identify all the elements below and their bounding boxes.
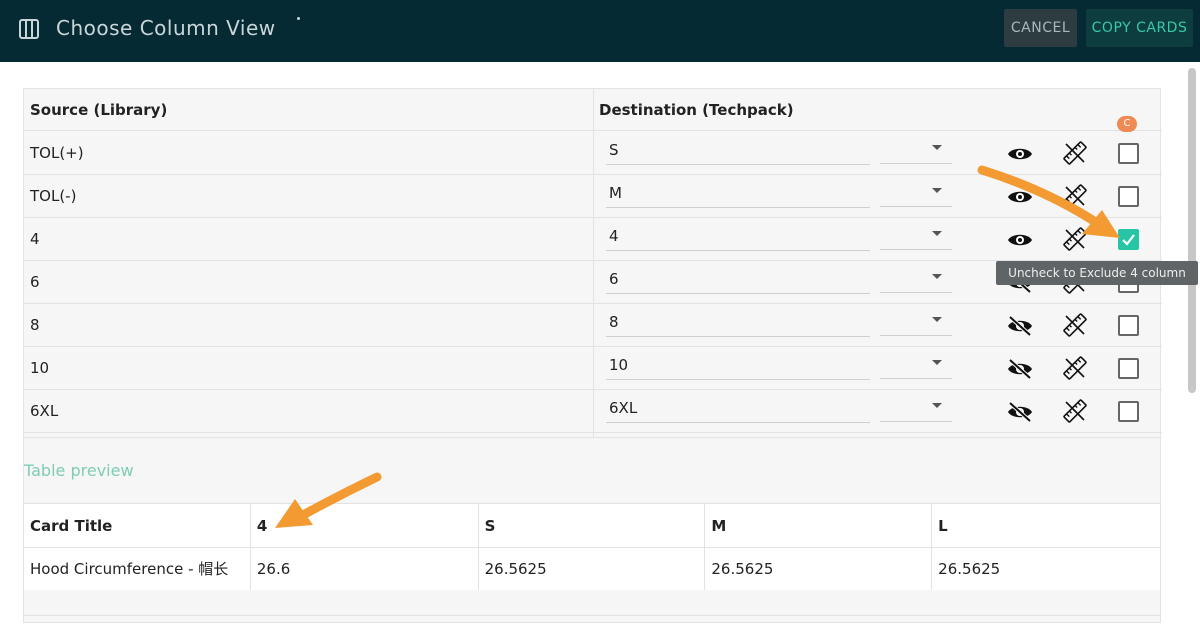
caret-down-icon: [932, 403, 942, 408]
table-row: 10 10: [24, 347, 1162, 390]
preview-cell: 26.6: [249, 547, 479, 591]
caret-down-icon: [932, 145, 942, 150]
preview-header-row: Card Title 4 S M L: [23, 503, 1161, 548]
mapping-header-row: Source (Library) Destination (Techpack): [24, 89, 1162, 131]
preview-cell: 26.5625: [931, 547, 1161, 591]
source-column-name: 6: [30, 273, 40, 291]
destination-column-select[interactable]: M: [606, 182, 870, 208]
destination-column-select[interactable]: 6XL: [606, 397, 870, 423]
dialog-title: Choose Column View: [56, 16, 276, 40]
ruler-off-icon[interactable]: [1062, 226, 1088, 252]
include-column-checkbox[interactable]: [1118, 358, 1139, 379]
count-badge: C: [1117, 116, 1137, 132]
source-column-name: TOL(+): [30, 144, 84, 162]
include-column-checkbox[interactable]: [1118, 315, 1139, 336]
ruler-off-icon[interactable]: [1062, 312, 1088, 338]
preview-table: Card Title 4 S M L Hood Circumference - …: [23, 503, 1161, 591]
preview-cell: 26.5625: [477, 547, 706, 591]
destination-column-select[interactable]: 8: [606, 311, 870, 337]
include-column-checkbox[interactable]: [1118, 186, 1139, 207]
destination-column-select[interactable]: 10: [606, 354, 870, 380]
mapping-dropdown[interactable]: [880, 138, 952, 164]
table-row: 66: [24, 261, 1162, 304]
title-dot: [297, 17, 300, 20]
eye-icon[interactable]: [1007, 144, 1033, 164]
dialog-header: Choose Column View CANCEL COPY CARDS: [0, 0, 1200, 62]
cancel-button[interactable]: CANCEL: [1004, 9, 1077, 47]
eye-icon[interactable]: [1007, 187, 1033, 207]
destination-column-select[interactable]: 6: [606, 268, 870, 294]
ruler-off-icon[interactable]: [1062, 355, 1088, 381]
preview-header-cell: L: [931, 503, 1161, 548]
mapping-dropdown[interactable]: [880, 353, 952, 379]
table-row: TOL(+) S: [24, 132, 1162, 175]
preview-header-cell: Card Title: [23, 503, 251, 548]
table-row: 6XL 6XL: [24, 390, 1162, 433]
include-column-checkbox[interactable]: [1118, 143, 1139, 164]
source-column-name: TOL(-): [30, 187, 77, 205]
mapping-dropdown[interactable]: [880, 310, 952, 336]
ruler-off-icon[interactable]: [1062, 183, 1088, 209]
caret-down-icon: [932, 317, 942, 322]
ruler-off-icon[interactable]: [1062, 398, 1088, 424]
copy-cards-button[interactable]: COPY CARDS: [1086, 9, 1193, 47]
table-row: TOL(-) M: [24, 175, 1162, 218]
table-row: 44: [24, 218, 1162, 261]
destination-header: Destination (Techpack): [599, 101, 794, 119]
source-column-name: 10: [30, 359, 50, 377]
caret-down-icon: [932, 274, 942, 279]
exclude-column-tooltip: Uncheck to Exclude 4 column: [996, 261, 1198, 285]
caret-down-icon: [932, 188, 942, 193]
source-column-name: 6XL: [30, 402, 59, 420]
source-column-name: 8: [30, 316, 40, 334]
preview-header-cell: M: [704, 503, 933, 548]
include-column-checkbox[interactable]: [1118, 229, 1139, 250]
source-header: Source (Library): [30, 101, 168, 119]
mapping-dropdown[interactable]: [880, 224, 952, 250]
mapping-dropdown[interactable]: [880, 181, 952, 207]
caret-down-icon: [932, 360, 942, 365]
vertical-scrollbar[interactable]: [1188, 68, 1196, 393]
eye-off-icon[interactable]: [1007, 315, 1033, 337]
columns-icon: [19, 19, 39, 39]
eye-off-icon[interactable]: [1007, 401, 1033, 423]
mapping-dropdown[interactable]: [880, 396, 952, 422]
preview-header-cell: 4: [249, 503, 479, 548]
ruler-off-icon[interactable]: [1062, 140, 1088, 166]
column-mapping-table: Source (Library) Destination (Techpack) …: [23, 88, 1162, 439]
preview-table-footer: [23, 590, 1161, 616]
caret-down-icon: [932, 231, 942, 236]
table-row: Hood Circumference - 帽长 26.6 26.5625 26.…: [23, 547, 1161, 591]
preview-header-cell: S: [477, 503, 706, 548]
eye-off-icon[interactable]: [1007, 358, 1033, 380]
include-column-checkbox[interactable]: [1118, 401, 1139, 422]
preview-cell: 26.5625: [704, 547, 933, 591]
destination-column-select[interactable]: 4: [606, 225, 870, 251]
destination-column-select[interactable]: S: [606, 139, 870, 165]
eye-icon[interactable]: [1007, 230, 1033, 250]
source-column-name: 4: [30, 230, 40, 248]
mapping-dropdown[interactable]: [880, 267, 952, 293]
preview-label: Table preview: [24, 461, 134, 480]
table-row: 88: [24, 304, 1162, 347]
preview-cell: Hood Circumference - 帽长: [23, 547, 251, 591]
